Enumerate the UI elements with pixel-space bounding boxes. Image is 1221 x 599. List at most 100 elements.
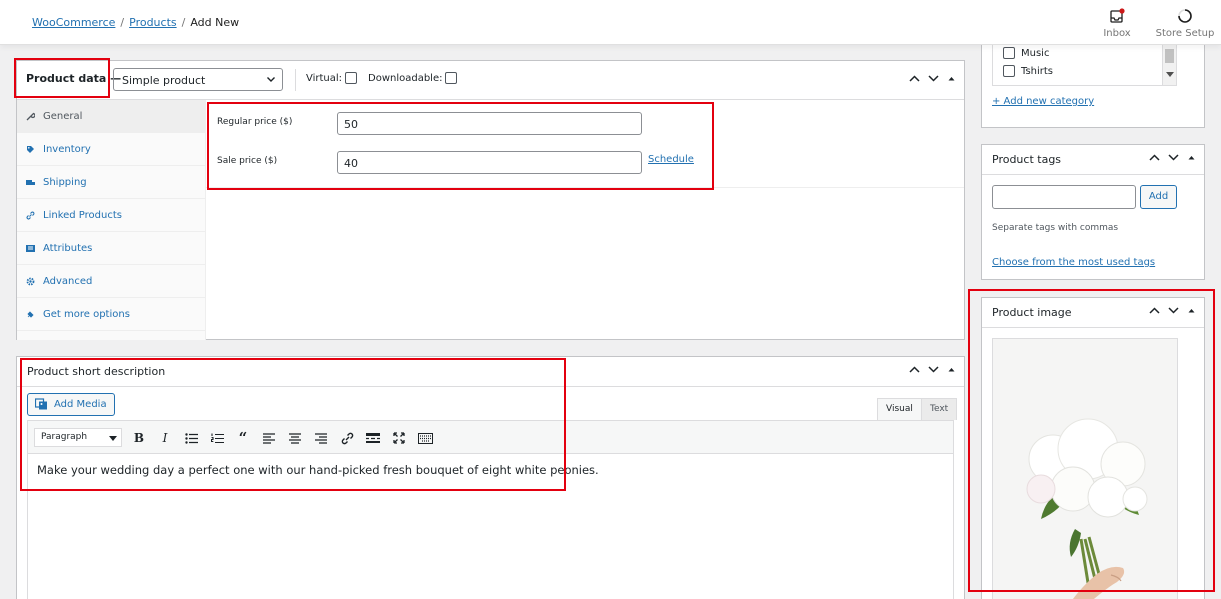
format-value: Paragraph <box>41 432 88 442</box>
italic-icon[interactable]: I <box>157 430 173 446</box>
collapse-toggle-icon[interactable] <box>1187 153 1196 162</box>
product-tags-header: Product tags <box>982 145 1204 175</box>
divider <box>295 69 296 91</box>
tab-label: Shipping <box>43 176 87 188</box>
peony-bouquet-image <box>993 339 1177 599</box>
product-image-header: Product image <box>982 298 1204 328</box>
tab-general[interactable]: General <box>17 100 205 133</box>
product-tags-title: Product tags <box>992 153 1062 166</box>
tab-visual[interactable]: Visual <box>877 398 922 420</box>
link-icon[interactable] <box>339 430 355 446</box>
scroll-thumb[interactable] <box>1165 49 1174 63</box>
category-label: Tshirts <box>1021 65 1054 77</box>
move-down-icon[interactable] <box>928 74 939 83</box>
box-controls <box>909 365 956 374</box>
short-description-content: Make your wedding day a perfect one with… <box>37 463 599 477</box>
inbox-icon <box>1098 8 1136 24</box>
wrench-icon <box>26 112 36 121</box>
collapse-toggle-icon[interactable] <box>1187 306 1196 315</box>
tab-label: General <box>43 110 83 122</box>
product-image-box: Product image <box>981 297 1205 599</box>
tags-hint: Separate tags with commas <box>992 223 1119 233</box>
list-icon <box>26 244 35 253</box>
tab-inventory[interactable]: Inventory <box>17 133 205 166</box>
align-center-icon[interactable] <box>287 430 303 446</box>
breadcrumb-products-link[interactable]: Products <box>129 16 177 29</box>
short-description-box: Product short description Add Media Visu… <box>16 356 965 599</box>
align-right-icon[interactable] <box>313 430 329 446</box>
move-up-icon[interactable] <box>1149 306 1160 315</box>
tab-label: Linked Products <box>43 209 122 221</box>
move-down-icon[interactable] <box>1168 306 1179 315</box>
move-up-icon[interactable] <box>1149 153 1160 162</box>
align-left-icon[interactable] <box>261 430 277 446</box>
box-controls <box>1149 153 1196 162</box>
plugin-icon <box>26 310 35 319</box>
short-description-editor[interactable]: Make your wedding day a perfect one with… <box>27 454 954 599</box>
tab-label: Attributes <box>43 242 93 254</box>
add-media-button[interactable]: Add Media <box>27 393 115 416</box>
numbered-list-icon[interactable] <box>209 430 225 446</box>
scroll-down-icon[interactable] <box>1166 63 1174 82</box>
add-new-category-link[interactable]: + Add new category <box>992 96 1094 107</box>
downloadable-checkbox[interactable] <box>445 72 458 84</box>
category-item: Tshirts <box>1003 65 1053 77</box>
product-data-title: Product data — <box>26 72 122 85</box>
tag-icon <box>26 145 35 154</box>
keyboard-icon[interactable] <box>417 430 433 446</box>
tab-advanced[interactable]: Advanced <box>17 265 205 298</box>
regular-price-input[interactable]: 50 <box>337 112 642 135</box>
move-up-icon[interactable] <box>909 74 920 83</box>
store-setup-button[interactable]: Store Setup <box>1154 8 1216 39</box>
tab-attributes[interactable]: Attributes <box>17 232 205 265</box>
move-down-icon[interactable] <box>928 365 939 374</box>
tags-input[interactable] <box>992 185 1136 209</box>
move-up-icon[interactable] <box>909 365 920 374</box>
product-type-select[interactable]: Simple product <box>113 68 283 91</box>
tab-shipping[interactable]: Shipping <box>17 166 205 199</box>
sale-price-label: Sale price ($) <box>217 156 278 166</box>
chevron-down-icon <box>266 74 276 87</box>
blockquote-icon[interactable]: “ <box>235 429 251 447</box>
virtual-option: Virtual: <box>306 72 358 84</box>
move-down-icon[interactable] <box>1168 153 1179 162</box>
breadcrumb-current: Add New <box>190 16 240 29</box>
collapse-toggle-icon[interactable] <box>947 74 956 83</box>
sale-price-input[interactable]: 40 <box>337 151 642 174</box>
category-checkbox[interactable] <box>1003 47 1015 59</box>
inbox-button[interactable]: Inbox <box>1098 8 1136 39</box>
short-description-title: Product short description <box>27 365 166 378</box>
tab-linked-products[interactable]: Linked Products <box>17 199 205 232</box>
bold-icon[interactable]: B <box>131 430 147 446</box>
breadcrumb-separator: / <box>181 16 186 29</box>
top-header: WooCommerce / Products / Add New Inbox Store… <box>0 0 1221 45</box>
category-item: Music <box>1003 47 1049 59</box>
progress-ring-icon <box>1154 8 1216 24</box>
tab-text[interactable]: Text <box>921 398 958 420</box>
read-more-icon[interactable] <box>365 430 381 446</box>
category-scrollbar[interactable] <box>1162 41 1176 85</box>
tab-get-more-options[interactable]: Get more options <box>17 298 205 331</box>
format-select[interactable]: Paragraph <box>34 428 122 447</box>
fullscreen-icon[interactable] <box>391 430 407 446</box>
product-data-header: Product data — Simple product Virtual: D… <box>17 61 964 100</box>
downloadable-option: Downloadable: <box>368 72 458 84</box>
add-tag-button[interactable]: Add <box>1140 185 1177 209</box>
collapse-toggle-icon[interactable] <box>947 365 956 374</box>
product-image-thumbnail[interactable] <box>992 338 1178 599</box>
bullet-list-icon[interactable] <box>183 430 199 446</box>
caret-down-icon <box>109 435 117 445</box>
breadcrumb-woocommerce-link[interactable]: WooCommerce <box>32 16 115 29</box>
downloadable-label: Downloadable: <box>368 72 443 84</box>
schedule-link[interactable]: Schedule <box>648 154 694 165</box>
category-checkbox[interactable] <box>1003 65 1015 77</box>
regular-price-label: Regular price ($) <box>217 117 293 127</box>
breadcrumb-separator: / <box>120 16 125 29</box>
media-icon <box>34 397 48 413</box>
store-setup-label: Store Setup <box>1155 28 1215 39</box>
category-checklist: Music Tshirts <box>992 40 1177 86</box>
choose-most-used-tags-link[interactable]: Choose from the most used tags <box>992 257 1155 268</box>
tab-label: Get more options <box>43 308 130 320</box>
virtual-checkbox[interactable] <box>345 72 358 84</box>
truck-icon <box>26 178 35 187</box>
